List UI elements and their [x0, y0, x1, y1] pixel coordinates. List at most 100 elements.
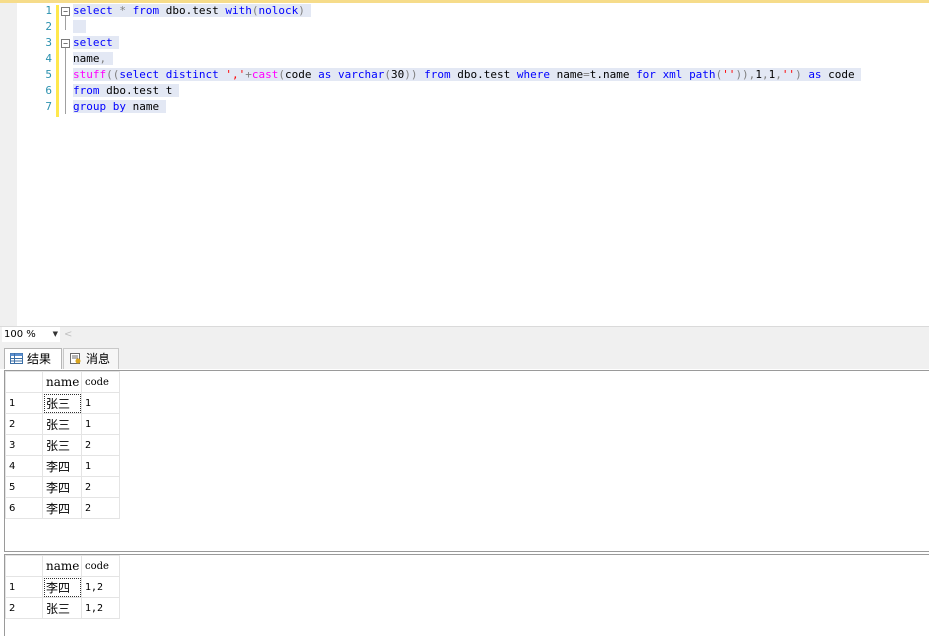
column-header-name[interactable]: name: [42, 371, 82, 393]
row-number[interactable]: 6: [5, 497, 43, 519]
code-token: with: [225, 4, 252, 17]
row-number[interactable]: 1: [5, 576, 43, 598]
grid-icon: [10, 353, 23, 364]
table-row[interactable]: 1 李四 1,2: [5, 576, 120, 598]
code-line[interactable]: group by name: [73, 99, 929, 115]
code-token: ): [298, 4, 305, 17]
selection-highlight: select * from dbo.test with(nolock): [73, 4, 312, 17]
cell-name[interactable]: 李四: [42, 476, 82, 498]
code-lines[interactable]: select * from dbo.test with(nolock) sele…: [73, 3, 929, 115]
header-corner[interactable]: [5, 555, 43, 577]
code-token: as: [318, 68, 332, 81]
code-token: ((: [106, 68, 120, 81]
table-row[interactable]: 2 张三 1: [5, 413, 120, 435]
cell-name[interactable]: 张三: [42, 392, 82, 414]
code-line[interactable]: from dbo.test t: [73, 83, 929, 99]
cell-code[interactable]: 1: [81, 413, 120, 435]
code-line[interactable]: select: [73, 35, 929, 51]
zoom-select[interactable]: 100 % ▼: [2, 327, 60, 342]
code-token: t.name: [589, 68, 637, 81]
selection-highlight: [73, 20, 87, 33]
code-token: 30: [390, 68, 405, 81]
table-row[interactable]: 2 张三 1,2: [5, 597, 120, 619]
cell-name[interactable]: 张三: [42, 597, 82, 619]
cell-code[interactable]: 2: [81, 476, 120, 498]
code-token: varchar: [337, 68, 385, 81]
row-number[interactable]: 2: [5, 597, 43, 619]
cell-code[interactable]: 1: [81, 455, 120, 477]
editor-gutter: [0, 3, 17, 326]
code-token: nolock: [258, 4, 299, 17]
tab-results-label: 结果: [27, 352, 52, 366]
results-grid-2[interactable]: name code 1 李四 1,2 2 张三 1,2: [4, 554, 929, 636]
cell-code[interactable]: 1: [81, 392, 120, 414]
line-number: 3: [45, 36, 52, 49]
header-corner[interactable]: [5, 371, 43, 393]
column-header-code[interactable]: code: [81, 555, 120, 577]
code-token: )): [404, 68, 418, 81]
code-line[interactable]: name,: [73, 51, 929, 67]
cell-code[interactable]: 2: [81, 497, 120, 519]
cell-name[interactable]: 李四: [42, 455, 82, 477]
code-token: '': [722, 68, 736, 81]
outline-line: [65, 48, 66, 114]
tab-results[interactable]: 结果: [4, 348, 62, 369]
code-token: group: [73, 100, 107, 113]
table-row[interactable]: 4 李四 1: [5, 455, 120, 477]
tab-messages[interactable]: 消息: [63, 348, 119, 369]
code-token: dbo.test t: [99, 84, 173, 97]
code-token: select: [119, 68, 160, 81]
table-row[interactable]: 6 李四 2: [5, 497, 120, 519]
code-token: +: [245, 68, 252, 81]
cell-code[interactable]: 1,2: [81, 597, 120, 619]
row-number[interactable]: 2: [5, 413, 43, 435]
column-header-name[interactable]: name: [42, 555, 82, 577]
code-token: ',': [225, 68, 246, 81]
code-token: ,: [761, 68, 769, 81]
results-grid-1[interactable]: name code 1 张三 1 2 张三 1 3 张三 2 4 李四 1 5 李四 2 6 李四 2: [4, 370, 929, 552]
collapse-icon[interactable]: −: [61, 39, 70, 48]
scroll-left-icon[interactable]: <: [64, 327, 72, 342]
line-numbers: 1 2 3 4 5 6 7: [17, 3, 55, 115]
code-token: *: [119, 4, 126, 17]
line-number: 4: [45, 52, 52, 65]
column-header-code[interactable]: code: [81, 371, 120, 393]
selection-highlight: from dbo.test t: [73, 84, 179, 97]
row-number[interactable]: 3: [5, 434, 43, 456]
code-token: ,: [775, 68, 782, 81]
cell-name[interactable]: 李四: [42, 576, 82, 598]
table-header-row: name code: [5, 371, 120, 393]
cell-name[interactable]: 李四: [42, 497, 82, 519]
query-editor[interactable]: 1 2 3 4 5 6 7 − − select * from dbo.test…: [0, 3, 929, 326]
code-token: from: [73, 84, 100, 97]
cell-code[interactable]: 2: [81, 434, 120, 456]
line-number: 5: [45, 68, 52, 81]
code-line[interactable]: stuff((select distinct ','+cast(code as …: [73, 67, 929, 83]
table-row[interactable]: 1 张三 1: [5, 392, 120, 414]
code-token: cast: [251, 68, 279, 81]
code-token: '': [781, 68, 796, 81]
row-number[interactable]: 4: [5, 455, 43, 477]
code-token: (: [384, 68, 391, 81]
cell-code[interactable]: 1,2: [81, 576, 120, 598]
collapse-icon[interactable]: −: [61, 7, 70, 16]
code-line[interactable]: [73, 19, 929, 35]
code-token: from: [424, 68, 451, 81]
table-row[interactable]: 5 李四 2: [5, 476, 120, 498]
cell-name[interactable]: 张三: [42, 434, 82, 456]
code-token: select: [73, 36, 113, 49]
code-token: select: [73, 4, 113, 17]
code-line[interactable]: select * from dbo.test with(nolock): [73, 3, 929, 19]
cell-name[interactable]: 张三: [42, 413, 82, 435]
selection-highlight: name,: [73, 52, 113, 65]
code-token: by: [112, 100, 126, 113]
row-number[interactable]: 1: [5, 392, 43, 414]
code-token: )),: [735, 68, 756, 81]
code-token: code: [821, 68, 855, 81]
code-token: dbo.test: [450, 68, 517, 81]
selection-highlight: stuff((select distinct ','+cast(code as …: [73, 68, 862, 81]
row-number[interactable]: 5: [5, 476, 43, 498]
table-row[interactable]: 3 张三 2: [5, 434, 120, 456]
